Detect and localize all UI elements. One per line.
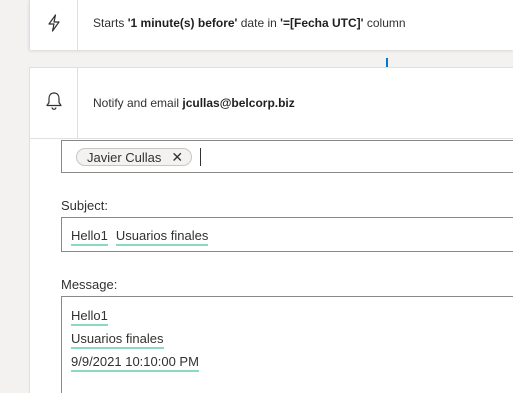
message-label: Message:	[61, 277, 118, 292]
subject-label: Subject:	[61, 198, 108, 213]
recipient-chip[interactable]: Javier Cullas ✕	[76, 148, 193, 166]
subject-token[interactable]: Usuarios finales	[115, 228, 209, 246]
text-caret	[200, 148, 201, 166]
flow-connector	[386, 58, 388, 67]
recipients-input[interactable]: Javier Cullas ✕	[61, 140, 513, 173]
subject-token[interactable]: Hello1	[71, 228, 108, 246]
message-token[interactable]: Hello1	[71, 308, 108, 326]
recipient-name: Javier Cullas	[87, 149, 162, 165]
notify-action-card[interactable]: Notify and email jcullas@belcorp.biz	[29, 67, 513, 139]
bell-icon	[45, 91, 63, 116]
trigger-card[interactable]: Starts '1 minute(s) before' date in '=[F…	[29, 0, 513, 50]
action-description: Notify and email jcullas@belcorp.biz	[93, 96, 295, 110]
trigger-description: Starts '1 minute(s) before' date in '=[F…	[93, 16, 406, 30]
action-email: jcullas@belcorp.biz	[182, 96, 295, 110]
trigger-prefix: Starts	[93, 16, 128, 30]
trigger-offset: '1 minute(s) before'	[127, 16, 238, 30]
message-token[interactable]: 9/9/2021 10:10:00 PM	[71, 354, 199, 372]
lightning-icon	[47, 13, 61, 37]
trigger-column: '=[Fecha UTC]'	[280, 16, 364, 30]
trigger-suffix: column	[363, 16, 406, 30]
trigger-middle: date in	[237, 16, 281, 30]
trigger-icon-cell	[30, 0, 78, 50]
remove-recipient-icon[interactable]: ✕	[171, 150, 183, 164]
action-prefix: Notify and email	[93, 96, 183, 110]
message-input[interactable]: Hello1 Usuarios finales 9/9/2021 10:10:0…	[61, 296, 513, 393]
action-icon-cell	[30, 68, 78, 138]
subject-input[interactable]: Hello1 Usuarios finales	[61, 217, 513, 252]
message-token[interactable]: Usuarios finales	[71, 331, 164, 349]
